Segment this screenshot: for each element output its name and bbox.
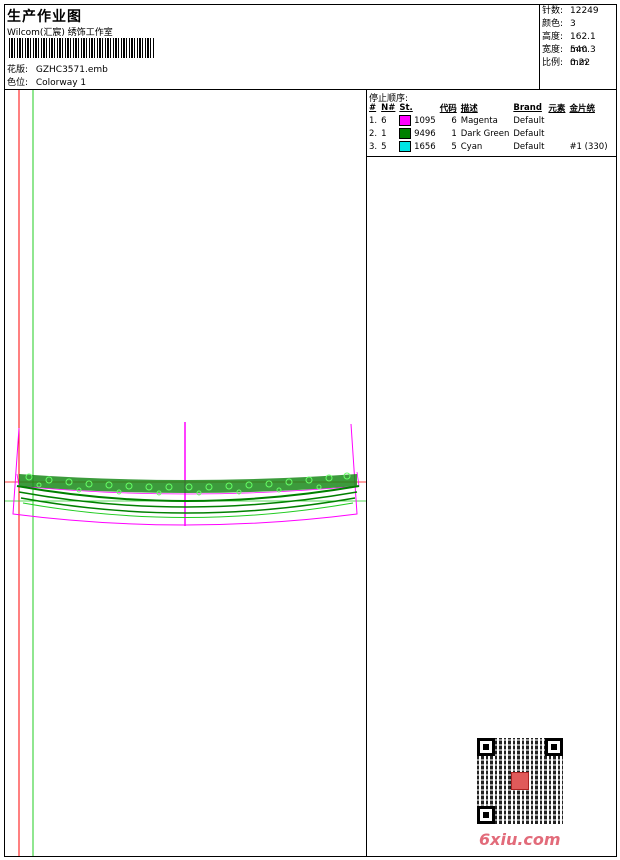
- thread-brand: Default: [513, 128, 545, 139]
- thread-brand: Default: [513, 141, 545, 152]
- row-index: 3.: [369, 141, 378, 152]
- color-swatch: [399, 141, 412, 152]
- table-row: 3. 5 1656 5 Cyan Default #1 (330): [367, 140, 610, 153]
- thread-brand: Default: [513, 115, 545, 126]
- stat-value: 12249: [570, 6, 599, 16]
- qr-finder: [545, 738, 563, 756]
- watermark: 6xiu.com: [479, 830, 561, 849]
- colorway-row: 色位: Colorway 1: [7, 75, 86, 88]
- header: 生产作业图 Wilcom(汇宸) 绣饰工作室 花版: GZHC3571.emb …: [5, 5, 616, 90]
- element-cell: [546, 140, 567, 153]
- qr-finder: [477, 806, 495, 824]
- stitch-value: 5: [451, 141, 457, 152]
- design-row: 花版: GZHC3571.emb: [7, 62, 108, 75]
- stat-colors: 颜色: 3: [540, 18, 616, 31]
- column-header: 描述: [460, 104, 478, 114]
- qr-code: [477, 738, 563, 824]
- color-swatch: [399, 115, 412, 126]
- sequin-info: [567, 127, 609, 140]
- colorway-value: Colorway 1: [35, 78, 87, 88]
- table-row: 2. 1 9496 1 Dark Green Default: [367, 127, 610, 140]
- stat-label: 针数:: [542, 6, 564, 16]
- row-index: 2.: [369, 128, 378, 139]
- color-swatch-cell: 1656: [397, 140, 437, 153]
- stitch-value: 6: [451, 115, 457, 126]
- stat-label: 颜色:: [542, 19, 564, 29]
- color-swatch-cell: 1095: [397, 114, 437, 127]
- needle-number: 5: [381, 141, 387, 152]
- design-label: 花版:: [7, 65, 29, 75]
- stop-sequence-panel: 停止顺序: # N# St. 代码 描述 Brand 元素 金片统 1. 6 1…: [367, 90, 616, 157]
- stop-sequence-table: # N# St. 代码 描述 Brand 元素 金片统 1. 6 1095 6 …: [367, 102, 610, 153]
- element-cell: [546, 114, 567, 127]
- column-header: 金片统: [569, 104, 595, 114]
- color-description: Dark Green: [460, 128, 510, 139]
- sequin-info: [567, 114, 609, 127]
- embroidery-drawing: [5, 90, 366, 856]
- red-seal-logo: [511, 772, 529, 790]
- color-description: Cyan: [460, 141, 483, 152]
- column-header: 元素: [548, 104, 566, 114]
- stat-label: 高度:: [542, 32, 564, 42]
- sequin-info: #1 (330): [569, 141, 608, 152]
- stat-height: 高度: 162.1 mm: [540, 31, 616, 55]
- table-header-row: # N# St. 代码 描述 Brand 元素 金片统: [367, 102, 610, 114]
- colorway-label: 色位:: [7, 78, 29, 88]
- barcode: [9, 38, 155, 58]
- stat-label: 宽度:: [542, 45, 564, 55]
- stats-box: 针数: 12249 颜色: 3 高度: 162.1 mm 宽度: 540.3 mm 比例…: [539, 5, 616, 89]
- studio-name: Wilcom(汇宸) 绣饰工作室: [7, 28, 113, 38]
- column-header: #: [369, 103, 377, 113]
- stat-stitches: 针数: 12249: [540, 5, 616, 18]
- color-code: 1095: [414, 116, 436, 126]
- element-cell: [546, 127, 567, 140]
- column-header: 代码: [439, 104, 457, 114]
- qr-finder: [477, 738, 495, 756]
- column-header: N#: [381, 103, 396, 113]
- color-code: 1656: [414, 142, 436, 152]
- stat-scale: 比例: 0.22: [540, 57, 616, 70]
- design-preview: [5, 90, 367, 856]
- stat-value: 0.22: [570, 58, 591, 68]
- column-header: St.: [399, 103, 413, 113]
- color-swatch: [399, 128, 412, 139]
- color-description: Magenta: [460, 115, 498, 126]
- stitch-value: 1: [451, 128, 457, 139]
- row-index: 1.: [369, 115, 378, 126]
- design-filename: GZHC3571.emb: [35, 65, 108, 75]
- color-code: 9496: [414, 129, 436, 139]
- column-header: Brand: [513, 103, 542, 113]
- stat-width: 宽度: 540.3 mm: [540, 44, 616, 68]
- stat-value: 3: [570, 19, 576, 29]
- color-swatch-cell: 9496: [397, 127, 437, 140]
- needle-number: 6: [381, 115, 387, 126]
- production-sheet: 生产作业图 Wilcom(汇宸) 绣饰工作室 花版: GZHC3571.emb …: [4, 4, 617, 857]
- needle-number: 1: [381, 128, 387, 139]
- stat-label: 比例:: [542, 58, 564, 68]
- table-row: 1. 6 1095 6 Magenta Default: [367, 114, 610, 127]
- sheet-title: 生产作业图: [7, 9, 82, 25]
